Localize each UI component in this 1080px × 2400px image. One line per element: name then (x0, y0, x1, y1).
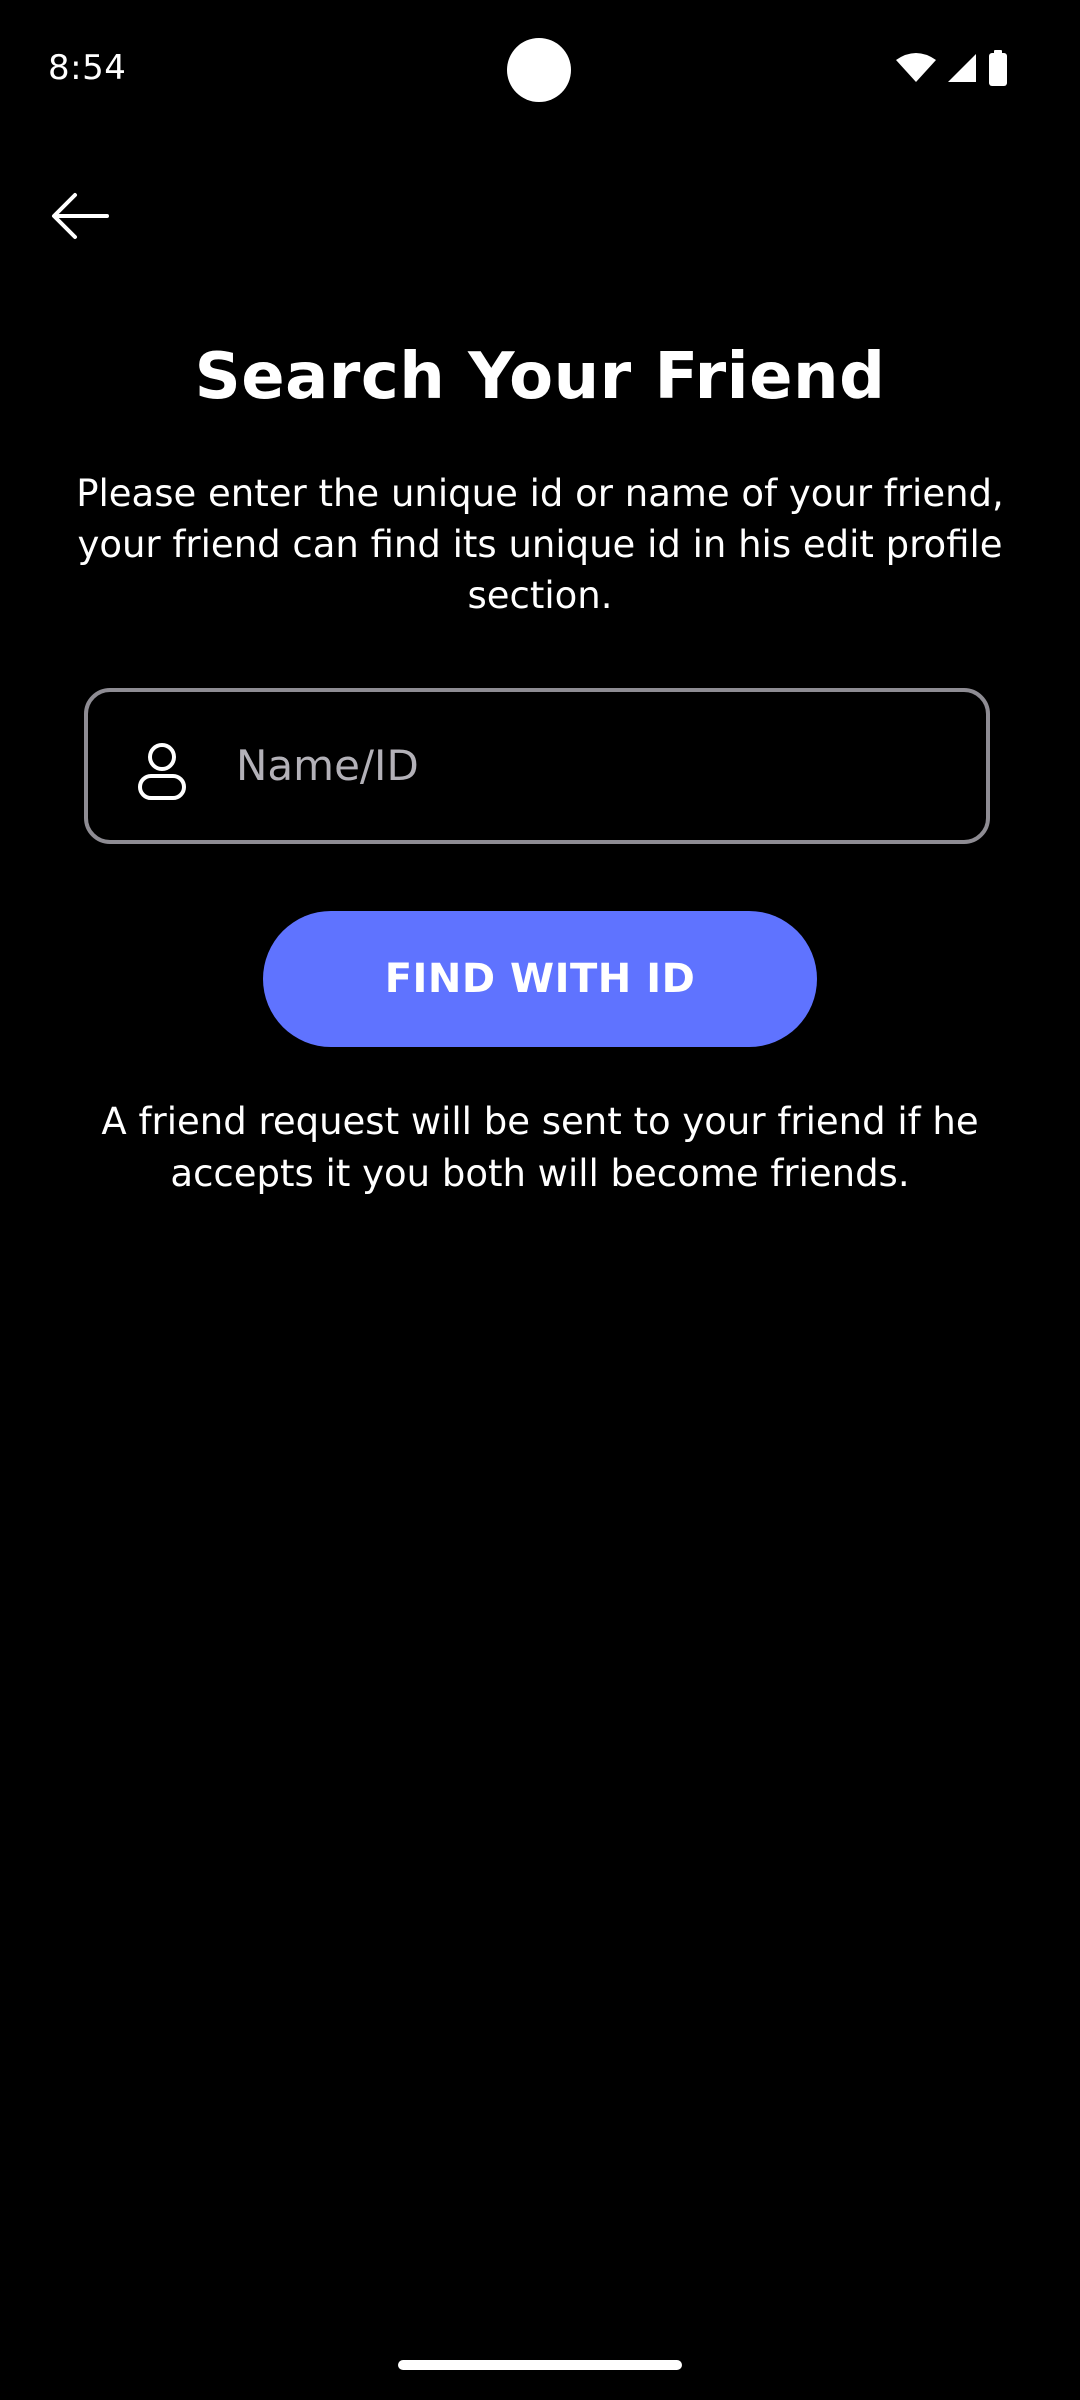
back-button[interactable] (44, 180, 116, 252)
search-input[interactable]: Name/ID (84, 688, 990, 844)
status-bar: 8:54 (0, 0, 1080, 140)
home-indicator[interactable] (398, 2360, 682, 2370)
arrow-left-icon (52, 193, 109, 239)
search-placeholder: Name/ID (236, 741, 419, 790)
search-friend-screen: 8:54 Search Your Friend Please enter the… (0, 0, 1080, 2400)
cellular-signal-icon (948, 54, 976, 82)
person-icon (138, 743, 186, 800)
camera-cutout (507, 38, 571, 102)
battery-icon (989, 50, 1007, 86)
find-with-id-button[interactable]: FIND WITH ID (263, 911, 817, 1047)
wifi-icon (896, 53, 936, 82)
status-time: 8:54 (48, 48, 127, 88)
page-title: Search Your Friend (194, 340, 886, 414)
status-icons (896, 50, 1008, 86)
friend-request-note: A friend request will be sent to your fr… (101, 1100, 979, 1195)
page-description: Please enter the unique id or name of yo… (76, 472, 1004, 617)
